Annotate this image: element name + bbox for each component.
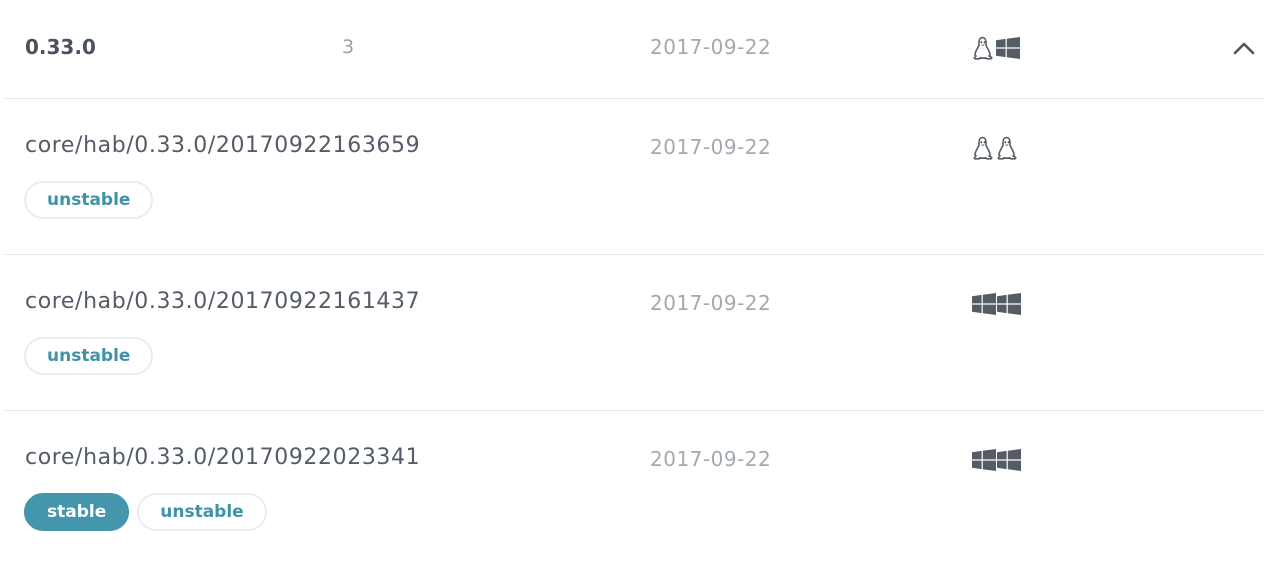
version-row[interactable]: 0.33.0 3 2017-09-22 — [4, 0, 1264, 99]
platform-icons — [972, 36, 1020, 60]
channel-list: unstable — [24, 181, 154, 219]
channel-badge-unstable[interactable]: unstable — [24, 181, 154, 219]
collapse-chevron-icon[interactable] — [1233, 40, 1255, 59]
release-ident[interactable]: core/hab/0.33.0/20170922161437 — [25, 289, 420, 314]
channel-badge-stable[interactable]: stable — [24, 493, 130, 531]
channel-badge-unstable[interactable]: unstable — [24, 337, 154, 375]
windows-icon — [972, 449, 996, 471]
release-row[interactable]: core/hab/0.33.0/20170922023341 2017-09-2… — [4, 411, 1264, 566]
linux-icon — [997, 136, 1017, 160]
channel-badge-unstable[interactable]: unstable — [137, 493, 267, 531]
platform-icons — [972, 136, 1018, 160]
channel-list: unstable — [24, 337, 154, 375]
release-count: 3 — [342, 36, 355, 58]
linux-icon — [973, 36, 993, 60]
release-row[interactable]: core/hab/0.33.0/20170922163659 2017-09-2… — [4, 99, 1264, 255]
release-date: 2017-09-22 — [650, 447, 772, 471]
release-date: 2017-09-22 — [650, 291, 772, 315]
linux-icon — [973, 136, 993, 160]
channel-list: stable unstable — [24, 493, 267, 531]
platform-icons — [972, 449, 1021, 471]
version-number: 0.33.0 — [25, 35, 96, 59]
version-date: 2017-09-22 — [650, 35, 772, 59]
release-row[interactable]: core/hab/0.33.0/20170922161437 2017-09-2… — [4, 255, 1264, 411]
windows-icon — [972, 293, 996, 315]
release-ident[interactable]: core/hab/0.33.0/20170922163659 — [25, 133, 420, 158]
windows-icon — [997, 293, 1021, 315]
release-ident[interactable]: core/hab/0.33.0/20170922023341 — [25, 445, 420, 470]
windows-icon — [996, 37, 1020, 59]
release-date: 2017-09-22 — [650, 135, 772, 159]
windows-icon — [997, 449, 1021, 471]
platform-icons — [972, 293, 1021, 315]
